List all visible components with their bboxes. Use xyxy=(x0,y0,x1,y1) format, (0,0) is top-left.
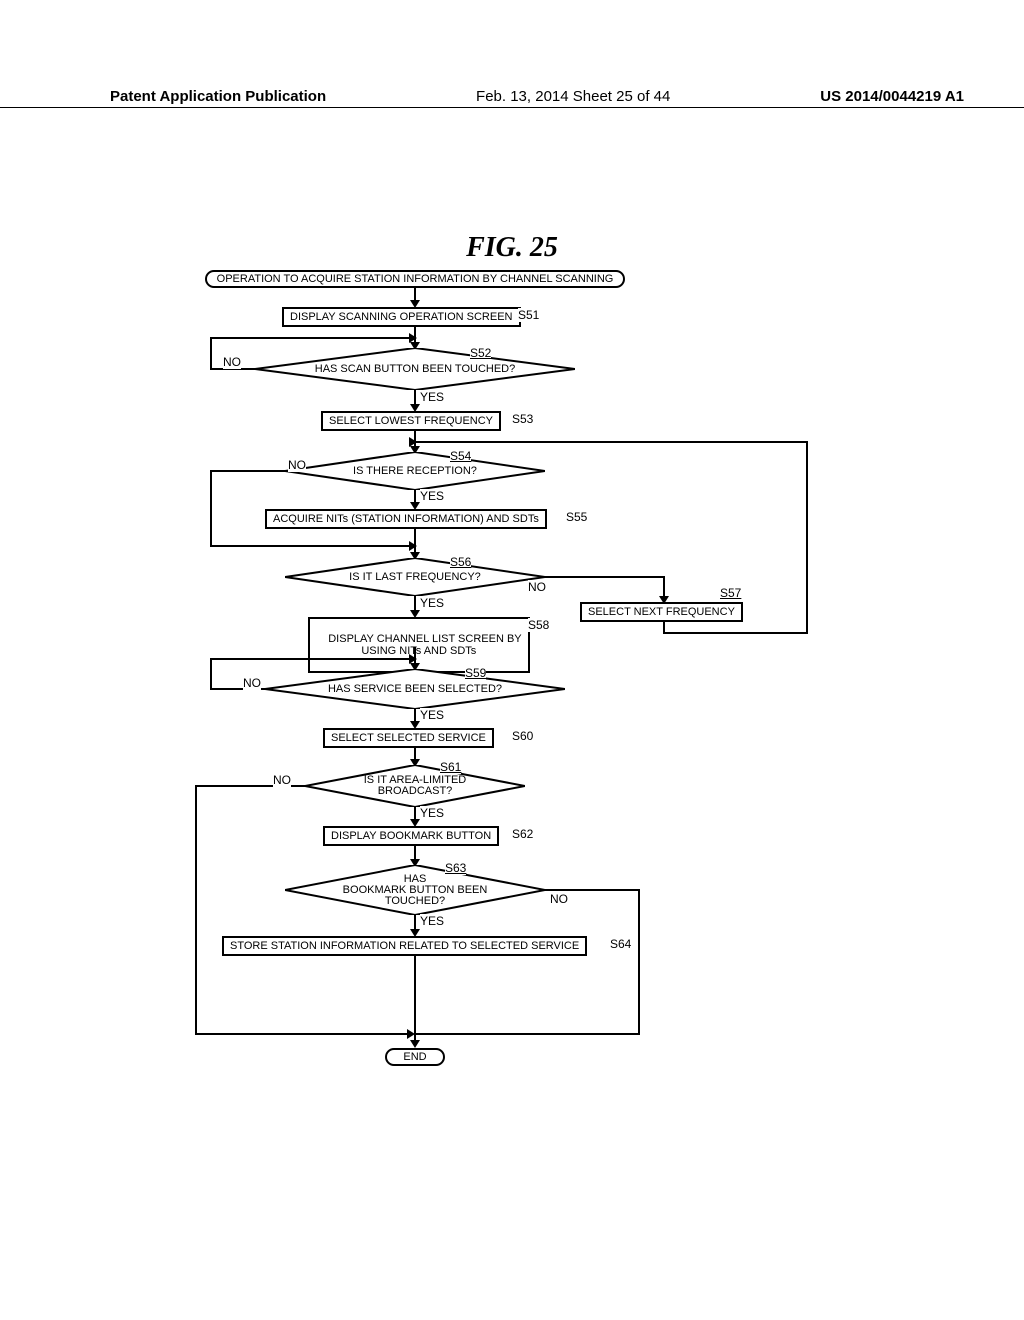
node-s62: DISPLAY BOOKMARK BUTTON xyxy=(323,826,499,846)
label-no: NO xyxy=(243,676,261,690)
s59-text: HAS SERVICE BEEN SELECTED? xyxy=(328,684,502,695)
label-s55: S55 xyxy=(566,510,587,524)
header-left: Patent Application Publication xyxy=(110,88,326,105)
header-right: US 2014/0044219 A1 xyxy=(820,88,964,105)
node-s53: SELECT LOWEST FREQUENCY xyxy=(321,411,501,431)
s60-text: SELECT SELECTED SERVICE xyxy=(331,732,486,744)
edge xyxy=(545,576,665,578)
node-s60: SELECT SELECTED SERVICE xyxy=(323,728,494,748)
label-no: NO xyxy=(288,458,306,472)
label-yes: YES xyxy=(420,806,444,820)
flowchart: OPERATION TO ACQUIRE STATION INFORMATION… xyxy=(110,270,910,1160)
label-s64: S64 xyxy=(610,937,631,951)
s51-text: DISPLAY SCANNING OPERATION SCREEN xyxy=(290,311,513,323)
label-s53: S53 xyxy=(512,412,533,426)
node-s63: HAS BOOKMARK BUTTON BEEN TOUCHED? xyxy=(285,865,545,915)
label-s52: S52 xyxy=(470,346,491,360)
s64-text: STORE STATION INFORMATION RELATED TO SEL… xyxy=(230,940,579,952)
label-yes: YES xyxy=(420,596,444,610)
node-s64: STORE STATION INFORMATION RELATED TO SEL… xyxy=(222,936,587,956)
edge xyxy=(806,441,808,634)
label-s56: S56 xyxy=(450,555,471,569)
start-text: OPERATION TO ACQUIRE STATION INFORMATION… xyxy=(217,273,614,285)
figure-title: FIG. 25 xyxy=(0,232,1024,264)
label-yes: YES xyxy=(420,708,444,722)
label-no: NO xyxy=(223,355,241,369)
edge xyxy=(638,889,640,1035)
s53-text: SELECT LOWEST FREQUENCY xyxy=(329,415,493,427)
arrow-icon xyxy=(409,541,417,551)
header-mid: Feb. 13, 2014 Sheet 25 of 44 xyxy=(476,88,670,105)
edge xyxy=(210,337,415,339)
s62-text: DISPLAY BOOKMARK BUTTON xyxy=(331,830,491,842)
node-s52: HAS SCAN BUTTON BEEN TOUCHED? xyxy=(255,348,575,390)
s63-text: HAS BOOKMARK BUTTON BEEN TOUCHED? xyxy=(343,874,488,907)
node-s61: IS IT AREA-LIMITED BROADCAST? xyxy=(305,765,525,807)
edge xyxy=(210,470,212,545)
arrow-icon xyxy=(410,1040,420,1048)
label-s61: S61 xyxy=(440,760,461,774)
label-no: NO xyxy=(550,892,568,906)
label-s59: S59 xyxy=(465,666,486,680)
edge xyxy=(210,658,212,690)
node-s56: IS IT LAST FREQUENCY? xyxy=(285,558,545,596)
node-start: OPERATION TO ACQUIRE STATION INFORMATION… xyxy=(205,270,625,288)
edge xyxy=(210,658,415,660)
node-s59: HAS SERVICE BEEN SELECTED? xyxy=(265,669,565,709)
s58-text: DISPLAY CHANNEL LIST SCREEN BY USING NIT… xyxy=(328,633,521,657)
label-yes: YES xyxy=(420,390,444,404)
edge xyxy=(195,1033,413,1035)
s55-text: ACQUIRE NITs (STATION INFORMATION) AND S… xyxy=(273,513,539,525)
s54-text: IS THERE RECEPTION? xyxy=(353,466,477,477)
label-s54: S54 xyxy=(450,449,471,463)
node-end: END xyxy=(385,1048,445,1066)
s52-text: HAS SCAN BUTTON BEEN TOUCHED? xyxy=(315,364,516,375)
label-s62: S62 xyxy=(512,827,533,841)
end-text: END xyxy=(403,1051,426,1063)
node-s54: IS THERE RECEPTION? xyxy=(285,452,545,490)
edge xyxy=(416,441,808,443)
edge xyxy=(416,1033,640,1035)
edge xyxy=(210,337,212,370)
node-s51: DISPLAY SCANNING OPERATION SCREEN xyxy=(282,307,521,327)
label-no: NO xyxy=(528,580,546,594)
edge xyxy=(195,785,197,1035)
label-s63: S63 xyxy=(445,861,466,875)
edge xyxy=(663,632,808,634)
label-s60: S60 xyxy=(512,729,533,743)
node-s57: SELECT NEXT FREQUENCY xyxy=(580,602,743,622)
node-s55: ACQUIRE NITs (STATION INFORMATION) AND S… xyxy=(265,509,547,529)
edge xyxy=(210,545,415,547)
edge xyxy=(545,889,640,891)
s61-text: IS IT AREA-LIMITED BROADCAST? xyxy=(364,775,467,797)
page-header: Patent Application Publication Feb. 13, … xyxy=(0,88,1024,108)
s57-text: SELECT NEXT FREQUENCY xyxy=(588,606,735,618)
label-no: NO xyxy=(273,773,291,787)
edge xyxy=(210,470,287,472)
label-s51: S51 xyxy=(518,308,539,322)
label-s57: S57 xyxy=(720,586,741,600)
label-s58: S58 xyxy=(528,618,549,632)
edge xyxy=(414,955,416,1045)
s56-text: IS IT LAST FREQUENCY? xyxy=(349,572,481,583)
label-yes: YES xyxy=(420,914,444,928)
label-yes: YES xyxy=(420,489,444,503)
